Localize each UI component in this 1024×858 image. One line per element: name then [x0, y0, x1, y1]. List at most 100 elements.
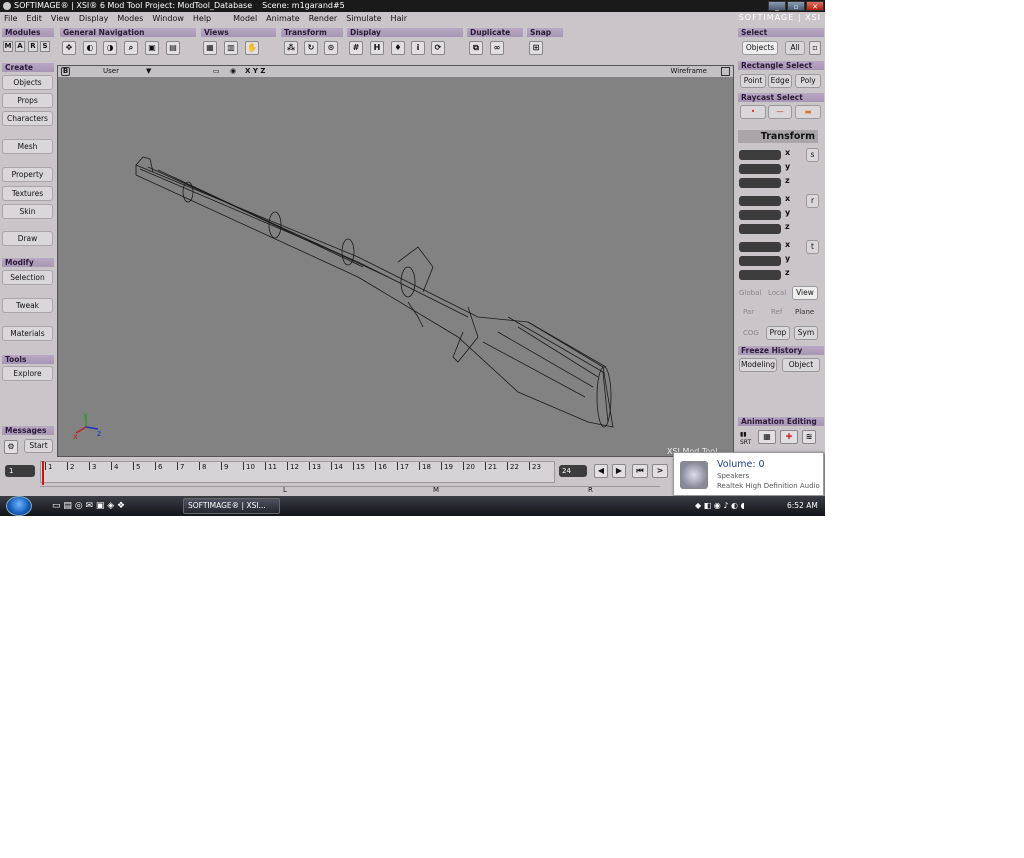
select-objects-button[interactable]: Objects	[742, 41, 778, 55]
camera-dropdown-icon[interactable]: ▼	[146, 66, 151, 77]
prev-frame-icon[interactable]: ◀	[594, 464, 608, 478]
edge-select-button[interactable]: Edge	[768, 74, 792, 88]
marker-l[interactable]: L	[283, 486, 287, 494]
create-property-button[interactable]: Property	[2, 167, 53, 182]
timeline-ruler[interactable]: 1 2 3 4 5 6 7 8 9 10 11 12 13 14 15 16 17 18 19 20 21 22 23	[40, 461, 555, 483]
module-m-button[interactable]: M	[3, 41, 13, 52]
scale-s-button[interactable]: s	[806, 148, 819, 162]
menu-window[interactable]: Window	[152, 14, 184, 23]
viewport[interactable]: B User ▼ ▭ ◉ X Y Z Wireframe x y z	[57, 65, 734, 457]
maximize-viewport-icon[interactable]	[721, 67, 730, 76]
orbit-icon[interactable]: ◐	[83, 41, 97, 55]
menu-display[interactable]: Display	[79, 14, 109, 23]
srt-keys-icon[interactable]: ▮▮	[740, 431, 747, 438]
raycast-poly-icon[interactable]: ▬	[795, 105, 821, 119]
zoom-icon[interactable]: ⌕	[124, 41, 138, 55]
create-mesh-button[interactable]: Mesh	[2, 139, 53, 154]
create-characters-button[interactable]: Characters	[2, 111, 53, 126]
view-ref-button[interactable]: View	[792, 286, 818, 300]
pan-icon[interactable]: ◑	[103, 41, 117, 55]
ref-ref-button[interactable]: Ref	[771, 308, 782, 316]
create-draw-button[interactable]: Draw	[2, 231, 53, 246]
translate-x-field[interactable]	[739, 242, 781, 252]
local-ref-button[interactable]: Local	[768, 289, 786, 297]
info-icon[interactable]: i	[411, 41, 425, 55]
rotate-tool-icon[interactable]: ↻	[304, 41, 318, 55]
end-frame-field[interactable]: 24	[559, 465, 587, 477]
menu-model[interactable]: Model	[233, 14, 257, 23]
maximize-button[interactable]: ▫	[787, 1, 805, 11]
translate-z-field[interactable]	[739, 270, 781, 280]
global-ref-button[interactable]: Global	[739, 289, 761, 297]
next-frame-icon[interactable]: ▶	[612, 464, 626, 478]
gear-icon[interactable]: ⚙	[4, 440, 18, 454]
translate-t-button[interactable]: t	[806, 240, 819, 254]
start-button[interactable]: Start	[24, 439, 53, 453]
marker-r[interactable]: R	[588, 486, 593, 494]
modify-materials-button[interactable]: Materials	[2, 326, 53, 341]
menu-animate[interactable]: Animate	[266, 14, 300, 23]
sym-button[interactable]: Sym	[794, 326, 818, 340]
navigate-icon[interactable]: ✥	[62, 41, 76, 55]
fcurve-icon[interactable]: ✚	[780, 430, 798, 444]
module-a-button[interactable]: A	[15, 41, 25, 52]
select-options-icon[interactable]: ▫	[809, 41, 821, 55]
create-skin-button[interactable]: Skin	[2, 204, 53, 219]
volume-notification[interactable]: Volume: 0 Speakers Realtek High Definiti…	[673, 452, 824, 496]
rotate-z-field[interactable]	[739, 224, 781, 234]
modify-tweak-button[interactable]: Tweak	[2, 298, 53, 313]
menu-modes[interactable]: Modes	[117, 14, 143, 23]
menu-edit[interactable]: Edit	[26, 14, 42, 23]
menu-file[interactable]: File	[4, 14, 17, 23]
menu-simulate[interactable]: Simulate	[346, 14, 381, 23]
views-grid-icon[interactable]: ▦	[203, 41, 217, 55]
close-button[interactable]: ✕	[806, 1, 824, 11]
light-icon[interactable]: ♦	[391, 41, 405, 55]
display-mode-menu[interactable]: Wireframe	[670, 66, 707, 77]
hand-icon[interactable]: ✋	[245, 41, 259, 55]
modify-selection-button[interactable]: Selection	[2, 270, 53, 285]
scale-tool-icon[interactable]: ⊙	[324, 41, 338, 55]
create-textures-button[interactable]: Textures	[2, 186, 53, 201]
eye-icon[interactable]: ◉	[230, 66, 236, 77]
frame-icon[interactable]: ▣	[145, 41, 159, 55]
snap-icon[interactable]: ⊞	[529, 41, 543, 55]
menu-render[interactable]: Render	[309, 14, 337, 23]
module-s-button[interactable]: S	[40, 41, 50, 52]
raycast-edge-icon[interactable]: —	[768, 105, 792, 119]
translate-y-field[interactable]	[739, 256, 781, 266]
freeze-object-button[interactable]: Object	[782, 358, 820, 372]
marker-m[interactable]: M	[433, 486, 439, 494]
grid-display-icon[interactable]: #	[349, 41, 363, 55]
transform-tool-icon[interactable]: ⁂	[284, 41, 298, 55]
rotate-y-field[interactable]	[739, 210, 781, 220]
refresh-icon[interactable]: ⟳	[431, 41, 445, 55]
play-icon[interactable]: >	[652, 464, 668, 478]
minimize-button[interactable]: _	[768, 1, 786, 11]
start-frame-field[interactable]: 1	[5, 465, 35, 477]
hide-icon[interactable]: H	[370, 41, 384, 55]
rewind-icon[interactable]: ⏮	[632, 464, 648, 478]
menu-help[interactable]: Help	[193, 14, 211, 23]
scale-x-field[interactable]	[739, 150, 781, 160]
par-ref-button[interactable]: Par	[743, 308, 754, 316]
playhead[interactable]	[42, 461, 44, 485]
select-all-button[interactable]: All	[785, 41, 805, 55]
duplicate-icon[interactable]: ⧉	[469, 41, 483, 55]
camera-menu[interactable]: User	[103, 66, 119, 77]
instance-icon[interactable]: ∞	[490, 41, 504, 55]
prop-button[interactable]: Prop	[766, 326, 790, 340]
start-orb[interactable]	[6, 496, 32, 516]
plane-ref-button[interactable]: Plane	[795, 308, 814, 316]
poly-select-button[interactable]: Poly	[795, 74, 821, 88]
point-select-button[interactable]: Point	[740, 74, 766, 88]
camera-icon[interactable]: ▭	[213, 66, 220, 77]
scale-y-field[interactable]	[739, 164, 781, 174]
cog-button[interactable]: COG	[743, 329, 759, 337]
raycast-point-icon[interactable]: •	[740, 105, 766, 119]
taskbar-task-button[interactable]: SOFTIMAGE® | XSI...	[183, 498, 280, 514]
frame-all-icon[interactable]: ▤	[166, 41, 180, 55]
create-objects-button[interactable]: Objects	[2, 75, 53, 90]
viewport-letter-button[interactable]: B	[61, 67, 70, 76]
menu-hair[interactable]: Hair	[391, 14, 407, 23]
